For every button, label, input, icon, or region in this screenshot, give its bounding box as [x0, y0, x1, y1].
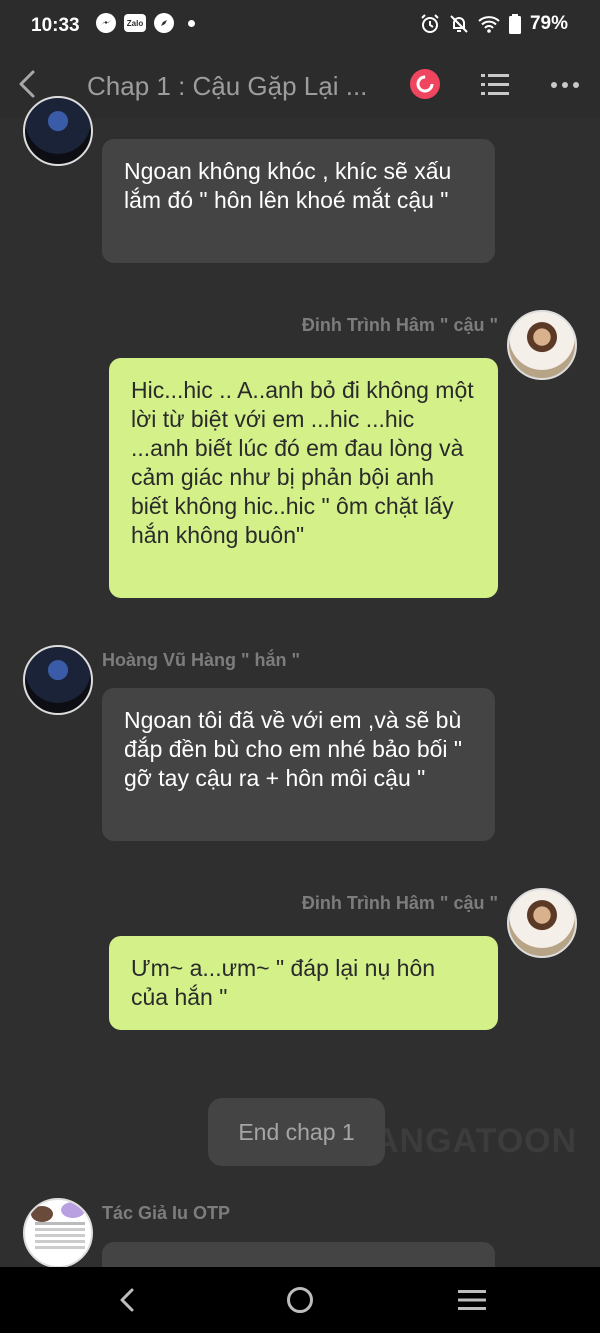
character-avatar[interactable] [507, 310, 577, 380]
character-name: Đinh Trình Hâm " cậu " [301, 893, 498, 913]
nav-recents-icon[interactable] [458, 1288, 486, 1312]
notification-icons: Zalo [96, 13, 195, 33]
message-bubble: Ngoan không khóc , khíc sẽ xấu lắm đó " … [102, 139, 495, 263]
chapter-list-icon[interactable] [481, 72, 509, 98]
nav-home-icon[interactable] [287, 1287, 313, 1313]
more-options-icon[interactable] [550, 72, 580, 98]
avatar-image [31, 1206, 53, 1222]
compass-icon [154, 13, 174, 33]
message-bubble: Hic...hic .. A..anh bỏ đi không một lời … [109, 358, 498, 598]
wifi-icon [478, 16, 500, 33]
audio-mode-button[interactable] [410, 69, 440, 99]
end-chapter-label: End chap 1 [208, 1098, 385, 1166]
chapter-header: Chap 1 : Cậu Gặp Lại ... [0, 52, 600, 118]
message-bubble: Ưm~ a...ưm~ " đáp lại nụ hôn của hắn " [109, 936, 498, 1030]
chapter-title: Chap 1 : Cậu Gặp Lại ... [87, 71, 368, 101]
watermark: ANGATOON [374, 1122, 578, 1160]
character-avatar[interactable] [507, 888, 577, 958]
more-notifications-dot-icon [188, 19, 195, 27]
character-avatar[interactable] [23, 96, 93, 166]
author-name: Tác Giả Iu OTP [102, 1203, 231, 1223]
system-icons: 79% [420, 13, 568, 35]
battery-icon [508, 14, 521, 34]
avatar-image [61, 1202, 85, 1218]
character-name: Hoàng Vũ Hàng " hắn " [102, 650, 301, 670]
status-time: 10:33 [31, 15, 80, 36]
back-arrow-icon[interactable] [15, 68, 39, 100]
author-avatar[interactable] [23, 1198, 93, 1268]
avatar-image [35, 1222, 85, 1225]
system-navigation-bar [0, 1267, 600, 1333]
character-name: Đinh Trình Hâm " cậu " [301, 315, 498, 335]
record-icon [416, 75, 434, 93]
messenger-icon [96, 13, 116, 33]
alarm-icon [421, 14, 439, 33]
nav-back-icon[interactable] [115, 1286, 139, 1314]
status-bar: 10:33 Zalo 79% [0, 0, 600, 52]
mute-bell-icon [450, 15, 468, 33]
zalo-icon: Zalo [124, 14, 146, 32]
character-avatar[interactable] [23, 645, 93, 715]
message-bubble: Ngoan tôi đã về với em ,và sẽ bù đắp đền… [102, 688, 495, 841]
battery-percent: 79% [529, 13, 568, 34]
